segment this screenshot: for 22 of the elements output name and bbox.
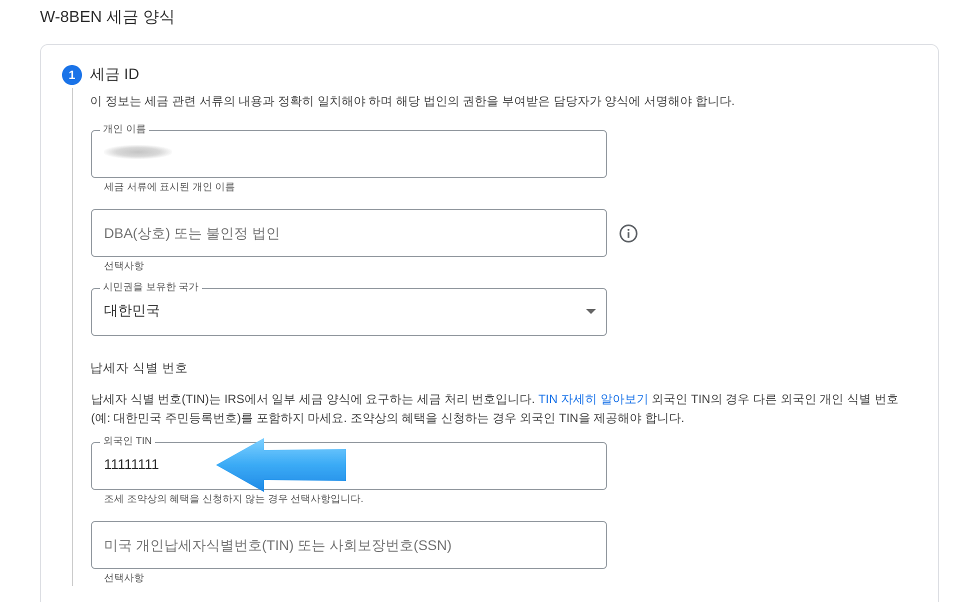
text-field[interactable]: DBA(상호) 또는 불인정 법인 [91,209,607,257]
dropdown-caret-icon [586,308,596,314]
text-input[interactable]: 11111111 [104,448,596,489]
page-title: W-8BEN 세금 양식 [40,8,176,28]
helper-text: 세금 서류에 표시된 개인 이름 [104,181,236,195]
text-field[interactable]: 미국 개인납세자식별번호(TIN) 또는 사회보장번호(SSN) [91,521,607,569]
step-description: 이 정보는 세금 관련 서류의 내용과 정확히 일치해야 하며 해당 법인의 권한을 부여받은 담당자가 양식에 서명해야 합니다. [90,93,735,109]
section-heading: 납세자 식별 번호 [90,360,188,376]
helper-text: 선택사항 [104,260,144,274]
info-icon[interactable] [619,224,638,242]
text-field[interactable]: 개인 이름 [91,124,607,178]
text-field[interactable]: 외국인 TIN 11111111 [91,436,607,490]
floating-label: 개인 이름 [102,124,147,136]
helper-text: 조세 조약상의 혜택을 신청하지 않는 경우 선택사항입니다. [104,493,364,507]
step-title: 세금 ID [90,65,140,85]
learn-more-link[interactable]: TIN 자세히 알아보기 [538,392,648,406]
country-select[interactable]: 시민권을 보유한 국가 대한민국 [91,282,607,336]
helper-text: 선택사항 [104,572,144,586]
floating-label: 시민권을 보유한 국가 [102,282,200,294]
tin-description: 납세자 식별 번호(TIN)는 IRS에서 일부 세금 양식에 요구하는 세금 처리 번호입니다. TIN 자세히 알아보기 외국인 TIN의 경우 다른 외국인 개인 식별 번호(예: 대한민국 주민등록번호)를 포함하지 마세요. 조약상의 혜택을 신청하는 경우 외국인 TIN을 제공해야 합니다. [91,391,900,427]
floating-label: 외국인 TIN [102,436,153,448]
step-number: 1 [62,65,82,85]
